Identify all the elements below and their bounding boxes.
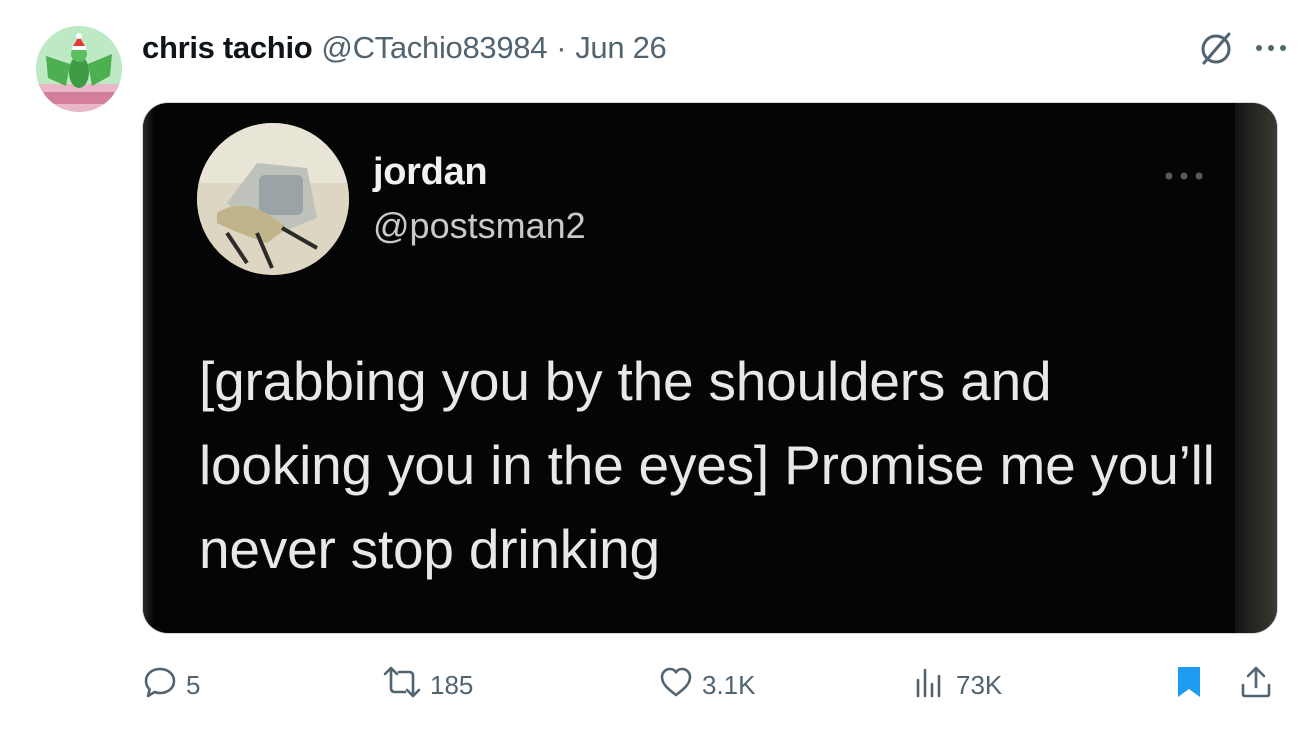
- reply-button[interactable]: 5: [142, 662, 200, 708]
- repost-icon: [382, 664, 422, 707]
- views-button[interactable]: 73K: [912, 662, 1002, 708]
- author-handle[interactable]: @CTachio83984: [321, 30, 547, 66]
- quoted-handle: @postsman2: [373, 205, 586, 246]
- grok-slash-circle-icon[interactable]: [1196, 28, 1236, 68]
- share-upload-icon: [1238, 664, 1274, 707]
- tweet: chris tachio @CTachio83984 · Jun 26 jord…: [0, 0, 1316, 732]
- reply-icon: [142, 664, 178, 707]
- quoted-avatar: [197, 123, 349, 275]
- tweet-actions-bar: 5 185 3.1K 73K: [142, 662, 1282, 708]
- like-count: 3.1K: [702, 669, 756, 700]
- heart-icon: [658, 664, 694, 707]
- bookmark-button[interactable]: [1172, 662, 1206, 708]
- analytics-bars-icon: [912, 664, 948, 707]
- like-button[interactable]: 3.1K: [658, 662, 756, 708]
- header-actions: [1196, 28, 1288, 68]
- bookmark-icon: [1172, 664, 1206, 707]
- tweet-date[interactable]: Jun 26: [575, 30, 667, 66]
- author-avatar[interactable]: [36, 26, 122, 112]
- repost-count: 185: [430, 669, 474, 700]
- repost-button[interactable]: 185: [382, 662, 473, 708]
- media-right-edge: [1235, 103, 1277, 633]
- quoted-more-icon: [1163, 169, 1207, 187]
- tweet-media-image[interactable]: jordan @postsman2 [grabbing you by the s…: [142, 102, 1278, 634]
- tweet-header: chris tachio @CTachio83984 · Jun 26: [142, 24, 667, 72]
- more-horizontal-icon[interactable]: [1254, 42, 1288, 54]
- media-left-edge: [143, 103, 153, 633]
- views-count: 73K: [956, 669, 1003, 700]
- reply-count: 5: [186, 669, 201, 700]
- author-display-name[interactable]: chris tachio: [142, 30, 313, 66]
- header-separator: ·: [556, 30, 567, 65]
- share-button[interactable]: [1238, 662, 1274, 708]
- author-avatar-image: [36, 26, 122, 112]
- quoted-text: [grabbing you by the shoulders and looki…: [199, 350, 1215, 580]
- quoted-display-name: jordan: [373, 151, 488, 193]
